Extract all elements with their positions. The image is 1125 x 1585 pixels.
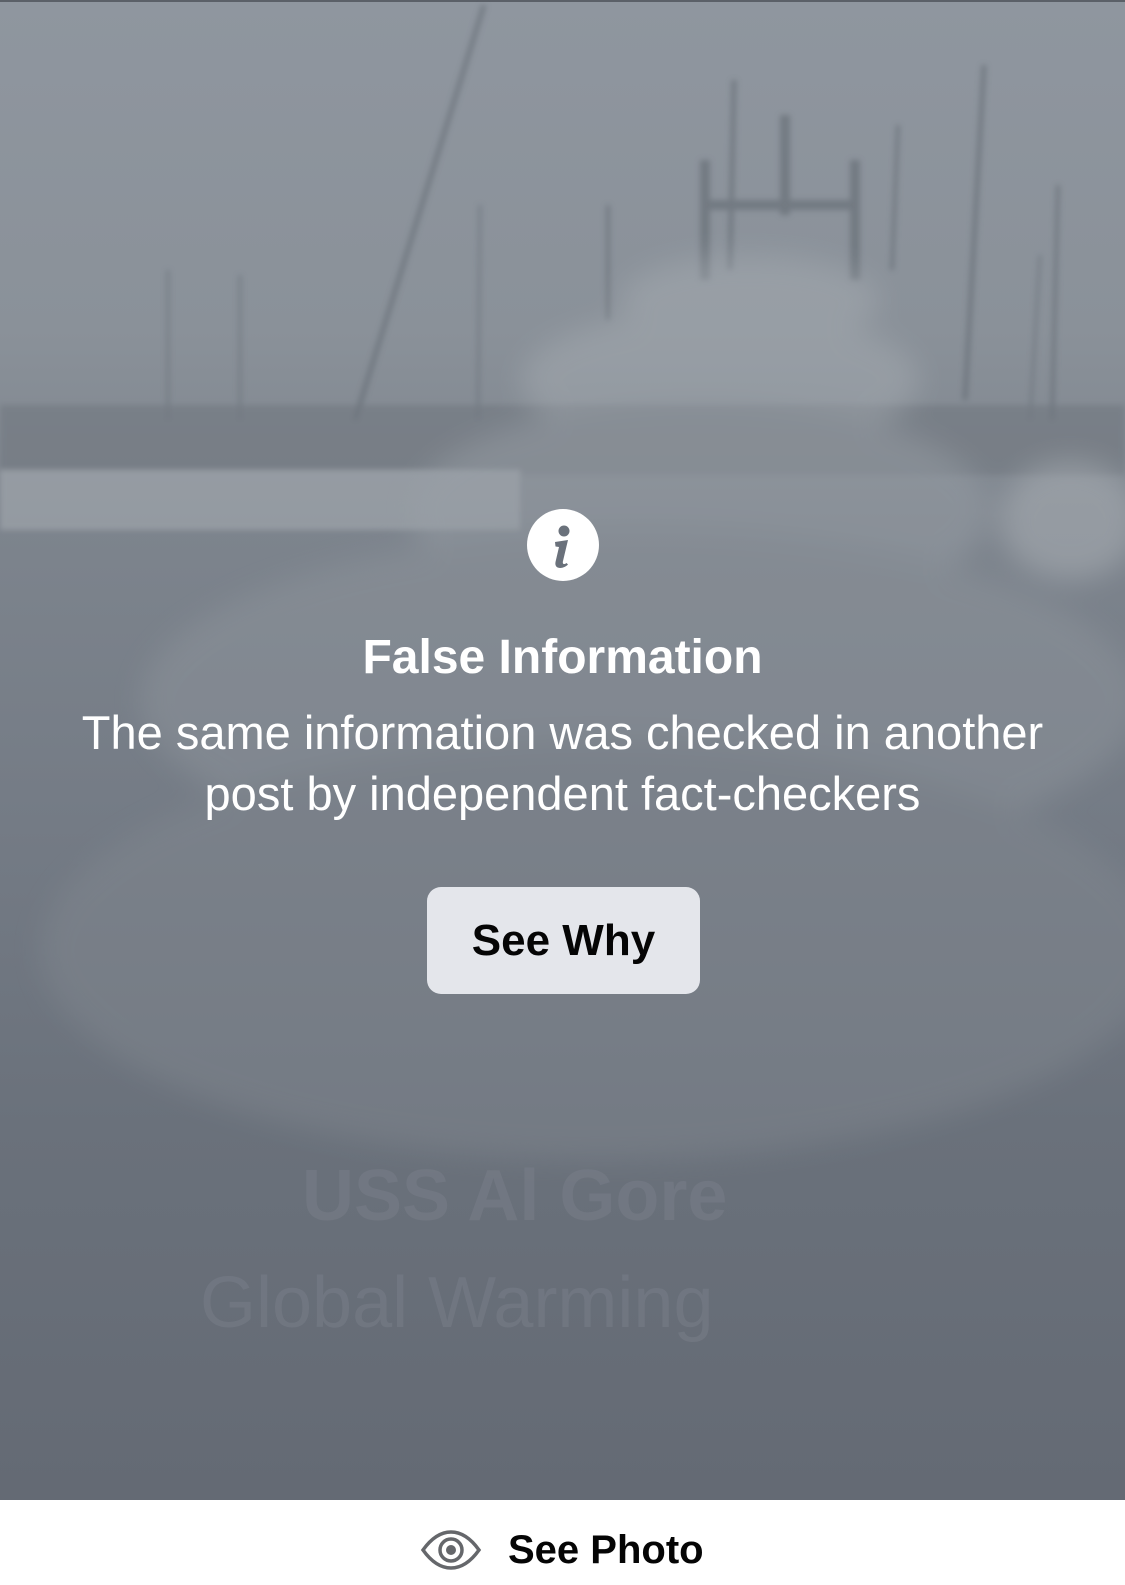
blurred-photo-overlay: USS Al Gore Global Warming False Informa… [0, 0, 1125, 1500]
info-icon [527, 509, 599, 581]
see-photo-button[interactable]: See Photo [420, 1520, 704, 1580]
eye-icon [420, 1530, 482, 1570]
false-information-notice: False Information The same information w… [0, 0, 1125, 1500]
see-why-button[interactable]: See Why [427, 887, 700, 994]
warning-description: The same information was checked in anot… [81, 706, 1044, 820]
warning-title: False Information [362, 631, 763, 684]
see-photo-label: See Photo [508, 1527, 704, 1572]
